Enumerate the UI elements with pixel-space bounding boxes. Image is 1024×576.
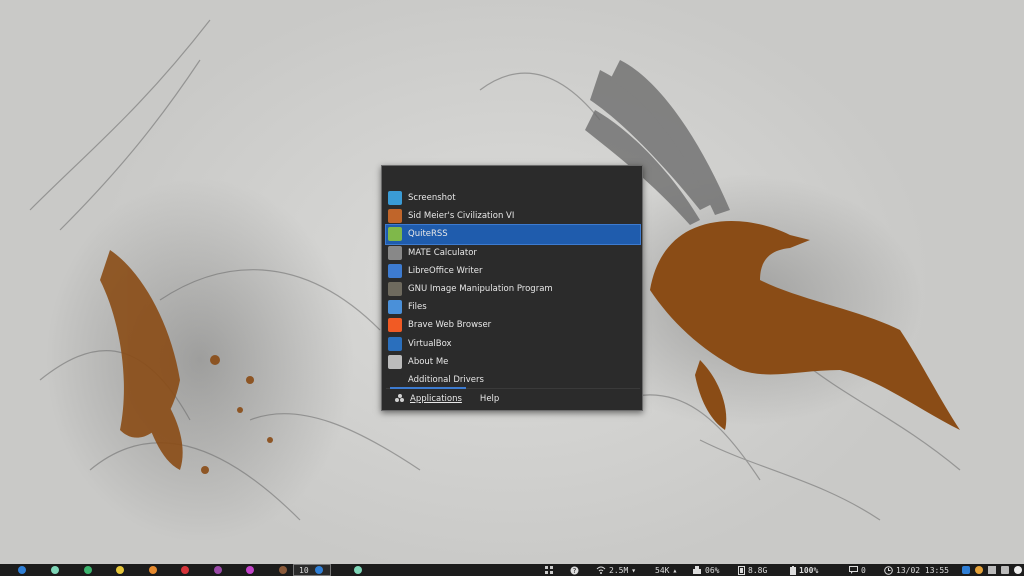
- applications-icon: [395, 394, 404, 402]
- network-manager-icon[interactable]: [988, 566, 996, 574]
- menu-search-header: [382, 166, 642, 188]
- brave-icon: [388, 318, 402, 333]
- cpu-usage: 06%: [705, 565, 720, 575]
- files-icon: [388, 300, 402, 315]
- menu-item-label: Additional Drivers: [408, 374, 484, 385]
- about-me-icon: [388, 354, 402, 369]
- menu-item-writer[interactable]: LibreOffice Writer: [386, 262, 640, 280]
- weather-icon[interactable]: [975, 566, 983, 574]
- workspace-2[interactable]: [51, 566, 59, 574]
- civilization-icon: [388, 209, 402, 224]
- grid-tray-icon[interactable]: [545, 564, 553, 576]
- current-workspace-indicator[interactable]: 10: [293, 564, 331, 576]
- system-tray: [962, 564, 1022, 576]
- down-arrow-icon: ▾: [631, 565, 637, 575]
- menu-item-label: GNU Image Manipulation Program: [408, 284, 553, 295]
- workspace-1[interactable]: [18, 566, 26, 574]
- cpu-widget[interactable]: 06%: [692, 564, 719, 576]
- workspace-4[interactable]: [116, 566, 124, 574]
- menu-bottom-bar: Applications Help: [386, 386, 640, 409]
- menu-item-label: MATE Calculator: [408, 247, 477, 258]
- applications-button[interactable]: Applications: [386, 386, 470, 409]
- upload-widget[interactable]: 54K ▴: [655, 564, 677, 576]
- menu-item-label: VirtualBox: [408, 338, 452, 349]
- help-tray-icon[interactable]: ?: [570, 564, 579, 576]
- menu-item-label: Brave Web Browser: [408, 320, 492, 331]
- memory-usage: 8.8G: [748, 565, 768, 575]
- battery-widget[interactable]: 100%: [790, 564, 818, 576]
- menu-item-brave[interactable]: Brave Web Browser: [386, 316, 640, 334]
- notifications-widget[interactable]: 0: [849, 564, 866, 576]
- gimp-icon: [388, 282, 402, 297]
- network-widget[interactable]: 2.5M ▾: [596, 564, 636, 576]
- workspace-6[interactable]: [181, 566, 189, 574]
- workspace-7[interactable]: [214, 566, 222, 574]
- steam-icon[interactable]: [1014, 566, 1022, 574]
- workspace-extra[interactable]: [354, 566, 362, 574]
- current-workspace-dot: [314, 566, 323, 574]
- menu-item-calculator[interactable]: MATE Calculator: [386, 244, 640, 262]
- menu-item-list: Screenshot Sid Meier's Civilization VI Qui…: [385, 189, 641, 389]
- upload-rate: 54K: [655, 565, 670, 575]
- current-workspace-number: 10: [299, 565, 309, 575]
- up-arrow-icon: ▴: [672, 565, 678, 575]
- virtualbox-icon: [388, 336, 402, 351]
- lock-icon[interactable]: [1001, 566, 1009, 574]
- calculator-icon: [388, 245, 402, 260]
- memory-icon: [738, 565, 745, 575]
- menu-item-civilization[interactable]: Sid Meier's Civilization VI: [386, 207, 640, 225]
- menu-item-files[interactable]: Files: [386, 298, 640, 316]
- menu-item-label: QuiteRSS: [408, 229, 448, 240]
- grid-icon: [545, 566, 553, 574]
- memory-widget[interactable]: 8.8G: [738, 564, 767, 576]
- bluetooth-icon[interactable]: [962, 566, 970, 574]
- applications-label: Applications: [410, 393, 462, 404]
- workspace-8[interactable]: [246, 566, 254, 574]
- taskbar: 10 ? 2.5M ▾ 54K ▴ 06% 8.8G 100% 0 13/02 …: [0, 564, 1024, 576]
- application-menu: Screenshot Sid Meier's Civilization VI Qui…: [381, 165, 643, 411]
- menu-item-screenshot[interactable]: Screenshot: [386, 189, 640, 207]
- svg-text:?: ?: [573, 567, 577, 575]
- menu-item-label: Sid Meier's Civilization VI: [408, 211, 515, 222]
- menu-item-virtualbox[interactable]: VirtualBox: [386, 335, 640, 353]
- cpu-icon: [693, 566, 701, 574]
- help-button[interactable]: Help: [470, 394, 509, 404]
- menu-item-rss[interactable]: QuiteRSS: [385, 224, 641, 245]
- clock-icon: [884, 565, 893, 575]
- menu-item-label: LibreOffice Writer: [408, 265, 483, 276]
- workspace-9[interactable]: [279, 566, 287, 574]
- menu-item-label: Files: [408, 302, 427, 313]
- clock-widget[interactable]: 13/02 13:55: [884, 564, 949, 576]
- clock-time: 13/02 13:55: [896, 565, 949, 575]
- rss-icon: [388, 227, 402, 242]
- wifi-icon: [596, 566, 606, 574]
- menu-item-label: About Me: [408, 356, 449, 367]
- network-rate: 2.5M: [609, 565, 629, 575]
- menu-item-label: Screenshot: [408, 193, 456, 204]
- writer-icon: [388, 263, 402, 278]
- chat-icon: [849, 566, 858, 574]
- battery-level: 100%: [799, 565, 819, 575]
- workspace-5[interactable]: [149, 566, 157, 574]
- workspace-3[interactable]: [84, 566, 92, 574]
- menu-item-gimp[interactable]: GNU Image Manipulation Program: [386, 280, 640, 298]
- notification-count: 0: [861, 565, 866, 575]
- question-icon: ?: [570, 566, 579, 575]
- drivers-icon: [388, 372, 402, 387]
- screenshot-icon: [388, 191, 402, 206]
- battery-icon: [790, 565, 796, 575]
- menu-item-about-me[interactable]: About Me: [386, 353, 640, 371]
